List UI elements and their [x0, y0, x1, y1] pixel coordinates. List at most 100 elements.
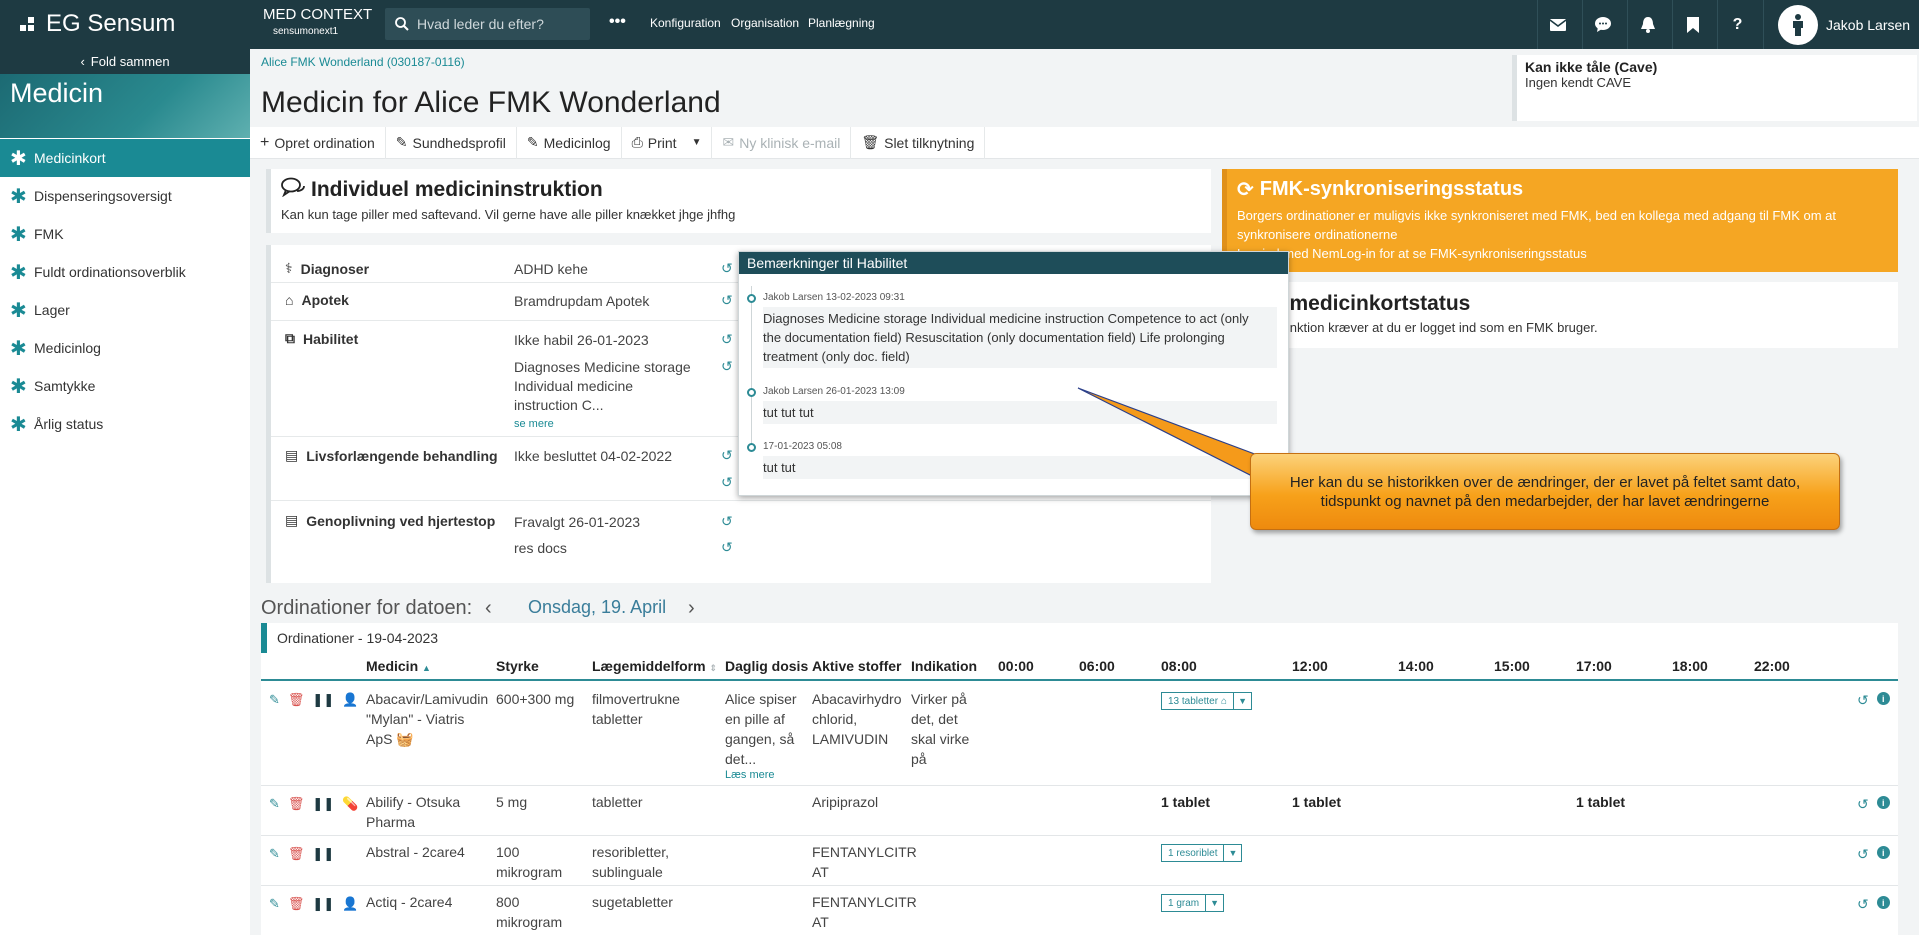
trash-icon: 🗑: [861, 134, 880, 150]
nav-konfiguration[interactable]: Konfiguration: [650, 16, 721, 30]
column-header-styrke[interactable]: Styrke: [496, 658, 539, 674]
dose-value: 1 tablet: [1576, 794, 1626, 810]
caret-down-icon[interactable]: ▼: [1224, 844, 1243, 862]
date-picker[interactable]: Onsdag, 19. April: [528, 597, 666, 618]
column-header-medicin[interactable]: Medicin ▲: [366, 658, 431, 674]
create-ordination-button[interactable]: + Opret ordination: [250, 126, 386, 159]
caret-down-icon[interactable]: ▼: [1234, 692, 1253, 710]
page-title: Medicin for Alice FMK Wonderland: [261, 86, 721, 119]
pause-icon[interactable]: ❚❚: [312, 796, 334, 812]
pause-icon[interactable]: ❚❚: [312, 846, 334, 862]
asterisk-icon: ✱: [10, 375, 27, 398]
user-menu[interactable]: Jakob Larsen: [1763, 0, 1919, 49]
print-button[interactable]: ⎙ Print ▼: [622, 126, 713, 159]
info-icon[interactable]: i: [1876, 846, 1890, 859]
column-header-1700: 17:00: [1576, 658, 1612, 674]
delete-icon[interactable]: 🗑: [288, 796, 305, 812]
caret-down-icon[interactable]: ▼: [1206, 894, 1225, 912]
mail-icon[interactable]: [1537, 0, 1577, 49]
history-icon[interactable]: ↺: [721, 539, 733, 556]
context-title: MED CONTEXT: [263, 6, 373, 23]
column-header-stoffer[interactable]: Aktive stoffer: [812, 658, 901, 674]
detail-label: Livsforlængende behandling: [306, 447, 498, 464]
fmk-login-link[interactable]: Log ind med NemLog-in for at se FMK-synk…: [1237, 244, 1888, 263]
history-icon[interactable]: ↺: [721, 292, 733, 309]
toolbar: + Opret ordination ✎ Sundhedsprofil ✎ Medic…: [250, 126, 1919, 159]
fmk-sync-heading: FMK-synkroniseringsstatus: [1259, 178, 1524, 200]
history-icon[interactable]: ↺: [721, 260, 733, 277]
history-icon[interactable]: ↺: [721, 358, 733, 375]
sidebar-item-medicinlog[interactable]: ✱ Medicinlog: [0, 329, 250, 367]
history-icon[interactable]: ↺: [1857, 846, 1869, 863]
fold-sidebar-button[interactable]: ‹ Fold sammen: [0, 49, 250, 74]
health-profile-button[interactable]: ✎ Sundhedsprofil: [386, 126, 517, 159]
edit-icon[interactable]: ✎: [269, 692, 280, 708]
history-icon[interactable]: ↺: [1857, 796, 1869, 813]
search-input[interactable]: [417, 16, 577, 32]
sidebar-item-samtykke[interactable]: ✱ Samtykke: [0, 367, 250, 405]
form-value: sublinguale: [592, 864, 663, 880]
history-icon[interactable]: ↺: [721, 331, 733, 348]
column-header-dosis[interactable]: Daglig dosis: [725, 658, 808, 674]
user-icon[interactable]: 👤: [342, 692, 358, 708]
detail-note: instruction C...: [514, 397, 604, 413]
history-icon[interactable]: ↺: [721, 447, 733, 464]
delete-icon[interactable]: 🗑: [288, 692, 305, 708]
previous-date-button[interactable]: ‹: [485, 597, 492, 620]
info-icon[interactable]: i: [1876, 796, 1890, 809]
user-icon[interactable]: 👤: [342, 896, 358, 912]
column-label: Medicin: [366, 658, 419, 674]
sidebar-item-lager[interactable]: ✱ Lager: [0, 291, 250, 329]
info-icon[interactable]: i: [1876, 692, 1890, 705]
read-more-link[interactable]: Læs mere: [725, 769, 797, 781]
dose-dropdown[interactable]: 1 resoriblet ▼: [1161, 844, 1243, 862]
medicine-log-button[interactable]: ✎ Medicinlog: [517, 126, 622, 159]
dose-dropdown[interactable]: 1 gram ▼: [1161, 894, 1225, 912]
edit-icon[interactable]: ✎: [269, 846, 280, 862]
delete-link-button[interactable]: 🗑 Slet tilknytning: [851, 126, 986, 159]
help-callout: Her kan du se historikken over de ændrin…: [1250, 453, 1840, 530]
delete-icon[interactable]: 🗑: [288, 846, 305, 862]
entry-text: the documentation field) Resuscitation (…: [763, 330, 1225, 345]
context-selector[interactable]: MED CONTEXT sensumonext1: [263, 6, 373, 36]
chat-icon[interactable]: [1582, 0, 1622, 49]
bookmark-icon[interactable]: [1672, 0, 1712, 49]
pills-icon[interactable]: 💊: [342, 796, 358, 812]
top-bar: EG Sensum MED CONTEXT sensumonext1 ••• K…: [0, 0, 1919, 49]
info-icon[interactable]: i: [1876, 896, 1890, 909]
nav-organisation[interactable]: Organisation: [731, 16, 799, 30]
user-name: Jakob Larsen: [1826, 16, 1911, 33]
column-header-1400: 14:00: [1398, 658, 1434, 674]
styrke-value: mikrogram: [496, 914, 563, 930]
column-header-indikation[interactable]: Indikation: [911, 658, 977, 674]
table-row: ✎ 🗑 ❚❚ 💊 Abilify - Otsuka Pharma 5 mg tablet…: [261, 786, 1898, 836]
caret-down-icon[interactable]: ▼: [692, 137, 702, 148]
sidebar-item-fmk[interactable]: ✱ FMK: [0, 215, 250, 253]
detail-note: Diagnoses Medicine storage: [514, 359, 691, 375]
bell-icon[interactable]: [1627, 0, 1667, 49]
pause-icon[interactable]: ❚❚: [312, 692, 334, 708]
search-box[interactable]: [385, 8, 590, 40]
sidebar-item-medicinkort[interactable]: ✱ Medicinkort: [0, 139, 250, 177]
sidebar-item-dispenseringsoversigt[interactable]: ✱ Dispenseringsoversigt: [0, 177, 250, 215]
help-icon[interactable]: ?: [1717, 0, 1757, 49]
dose-dropdown[interactable]: 13 tabletter ⌂ ▼: [1161, 692, 1253, 710]
pause-icon[interactable]: ❚❚: [312, 896, 334, 912]
more-menu-button[interactable]: •••: [609, 13, 626, 31]
history-icon[interactable]: ↺: [1857, 896, 1869, 913]
history-icon[interactable]: ↺: [1857, 692, 1869, 709]
next-date-button[interactable]: ›: [688, 597, 695, 620]
styrke-value: 100: [496, 844, 520, 860]
eg-sensum-logo[interactable]: EG Sensum: [20, 10, 175, 38]
see-more-link[interactable]: se mere: [514, 415, 691, 434]
sidebar-item-fuldt-ordinationsoverblik[interactable]: ✱ Fuldt ordinationsoverblik: [0, 253, 250, 291]
history-icon[interactable]: ↺: [721, 474, 733, 491]
edit-icon[interactable]: ✎: [269, 796, 280, 812]
sidebar-item-aarlig-status[interactable]: ✱ Årlig status: [0, 405, 250, 443]
nav-planlaegning[interactable]: Planlægning: [808, 16, 875, 30]
history-icon[interactable]: ↺: [721, 513, 733, 530]
column-header-form[interactable]: Lægemiddelform ⇕: [592, 658, 717, 674]
edit-icon[interactable]: ✎: [269, 896, 280, 912]
breadcrumb[interactable]: Alice FMK Wonderland (030187-0116): [261, 55, 465, 69]
delete-icon[interactable]: 🗑: [288, 896, 305, 912]
